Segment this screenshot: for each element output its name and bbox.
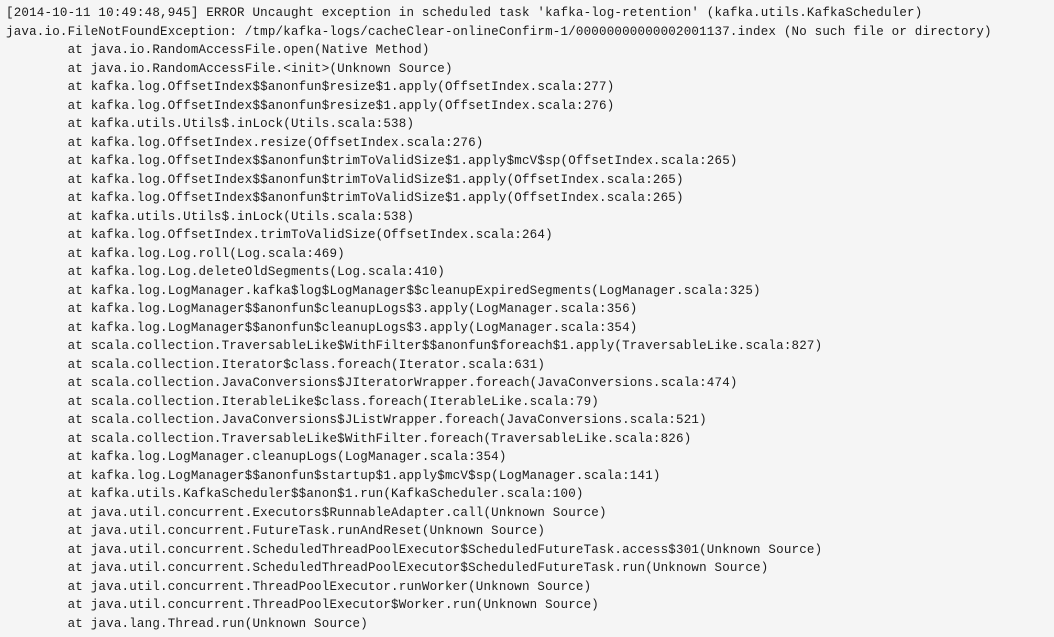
stack-frame: at kafka.log.LogManager$$anonfun$cleanup… <box>6 319 1048 338</box>
stack-frame: at kafka.log.OffsetIndex$$anonfun$resize… <box>6 78 1048 97</box>
stack-frame: at scala.collection.JavaConversions$JLis… <box>6 411 1048 430</box>
log-header-line: [2014-10-11 10:49:48,945] ERROR Uncaught… <box>6 4 1048 23</box>
log-exception-line: java.io.FileNotFoundException: /tmp/kafk… <box>6 23 1048 42</box>
stack-frame: at kafka.log.Log.roll(Log.scala:469) <box>6 245 1048 264</box>
stack-frame: at kafka.log.LogManager$$anonfun$cleanup… <box>6 300 1048 319</box>
stack-frame: at kafka.utils.Utils$.inLock(Utils.scala… <box>6 115 1048 134</box>
stack-frame: at java.util.concurrent.ThreadPoolExecut… <box>6 578 1048 597</box>
stack-frame: at java.util.concurrent.Executors$Runnab… <box>6 504 1048 523</box>
stack-frame: at kafka.log.OffsetIndex$$anonfun$resize… <box>6 97 1048 116</box>
stack-frame: at kafka.log.OffsetIndex$$anonfun$trimTo… <box>6 189 1048 208</box>
stack-frame: at scala.collection.TraversableLike$With… <box>6 337 1048 356</box>
stack-frame: at scala.collection.JavaConversions$JIte… <box>6 374 1048 393</box>
stack-frame: at kafka.utils.KafkaScheduler$$anon$1.ru… <box>6 485 1048 504</box>
stack-frame: at java.lang.Thread.run(Unknown Source) <box>6 615 1048 634</box>
stack-frame: at kafka.log.LogManager$$anonfun$startup… <box>6 467 1048 486</box>
stack-frame: at kafka.log.OffsetIndex.resize(OffsetIn… <box>6 134 1048 153</box>
stack-frame: at java.util.concurrent.ScheduledThreadP… <box>6 541 1048 560</box>
stack-frame: at java.util.concurrent.FutureTask.runAn… <box>6 522 1048 541</box>
stack-frame: at java.io.RandomAccessFile.<init>(Unkno… <box>6 60 1048 79</box>
stack-frame: at kafka.log.Log.deleteOldSegments(Log.s… <box>6 263 1048 282</box>
stack-frame: at kafka.log.OffsetIndex$$anonfun$trimTo… <box>6 152 1048 171</box>
stack-frame: at kafka.log.OffsetIndex$$anonfun$trimTo… <box>6 171 1048 190</box>
stack-frame: at java.util.concurrent.ScheduledThreadP… <box>6 559 1048 578</box>
stack-frame: at scala.collection.IterableLike$class.f… <box>6 393 1048 412</box>
stack-frame: at kafka.log.LogManager.cleanupLogs(LogM… <box>6 448 1048 467</box>
stack-frame: at scala.collection.TraversableLike$With… <box>6 430 1048 449</box>
stack-frame: at kafka.utils.Utils$.inLock(Utils.scala… <box>6 208 1048 227</box>
stack-frame: at kafka.log.LogManager.kafka$log$LogMan… <box>6 282 1048 301</box>
stack-frame: at java.util.concurrent.ThreadPoolExecut… <box>6 596 1048 615</box>
stack-frame: at java.io.RandomAccessFile.open(Native … <box>6 41 1048 60</box>
stack-frame: at scala.collection.Iterator$class.forea… <box>6 356 1048 375</box>
stack-frame: at kafka.log.OffsetIndex.trimToValidSize… <box>6 226 1048 245</box>
